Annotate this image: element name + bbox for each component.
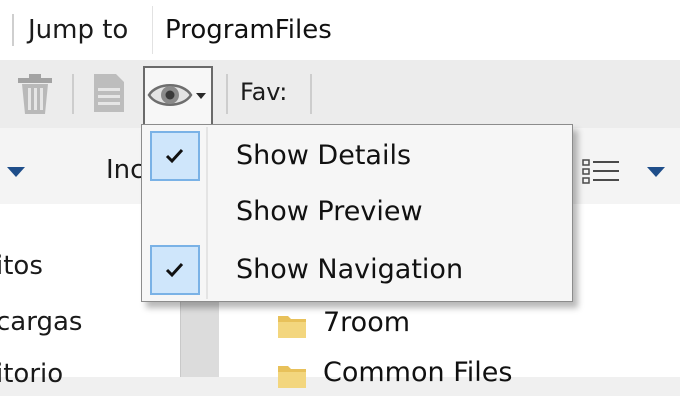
menu-item-show-preview[interactable]: Show Preview	[146, 185, 566, 241]
column-header-label[interactable]: Inc	[106, 152, 144, 188]
nav-item[interactable]: itorio	[0, 356, 63, 392]
details-view-icon[interactable]	[582, 158, 622, 186]
menu-item-show-details[interactable]: Show Details	[146, 129, 566, 185]
checkmark-icon	[165, 262, 184, 278]
jump-to-value[interactable]: ProgramFiles	[165, 12, 332, 48]
toolbar-separator	[72, 74, 74, 114]
trash-button[interactable]	[14, 70, 56, 118]
checkmark-icon	[165, 148, 184, 164]
menu-item-label: Show Details	[236, 140, 412, 171]
document-icon	[94, 74, 124, 112]
chevron-down-icon[interactable]	[6, 166, 26, 178]
jump-to-field[interactable]: ProgramFiles	[152, 6, 680, 54]
nav-item[interactable]: cargas	[0, 304, 82, 340]
menu-item-show-navigation[interactable]: Show Navigation	[146, 243, 566, 299]
file-name: Common Files	[323, 357, 513, 388]
folder-icon	[278, 316, 306, 338]
dropdown-arrow-icon	[196, 93, 206, 99]
nav-item[interactable]: itos	[0, 248, 43, 284]
menu-item-label: Show Preview	[236, 196, 423, 227]
menu-item-label: Show Navigation	[236, 254, 464, 285]
file-name: 7room	[323, 307, 411, 338]
trash-icon	[18, 74, 52, 114]
document-button[interactable]	[92, 72, 126, 114]
jump-bar: Jump to ProgramFiles	[0, 0, 680, 60]
toolbar-separator	[226, 74, 228, 114]
jump-bar-separator	[12, 14, 14, 46]
eye-icon	[147, 84, 193, 106]
checkmark-highlight	[150, 131, 200, 181]
view-options-button[interactable]	[143, 66, 213, 126]
favorites-label: Fav:	[240, 78, 288, 106]
chevron-down-icon[interactable]	[646, 166, 666, 178]
jump-to-label: Jump to	[28, 15, 129, 45]
toolbar-separator	[310, 74, 312, 114]
folder-icon	[278, 366, 306, 388]
view-options-menu: Show Details Show Preview Show Navigatio…	[141, 124, 573, 302]
checkmark-highlight	[150, 245, 200, 295]
toolbar: Fav:	[0, 60, 680, 129]
